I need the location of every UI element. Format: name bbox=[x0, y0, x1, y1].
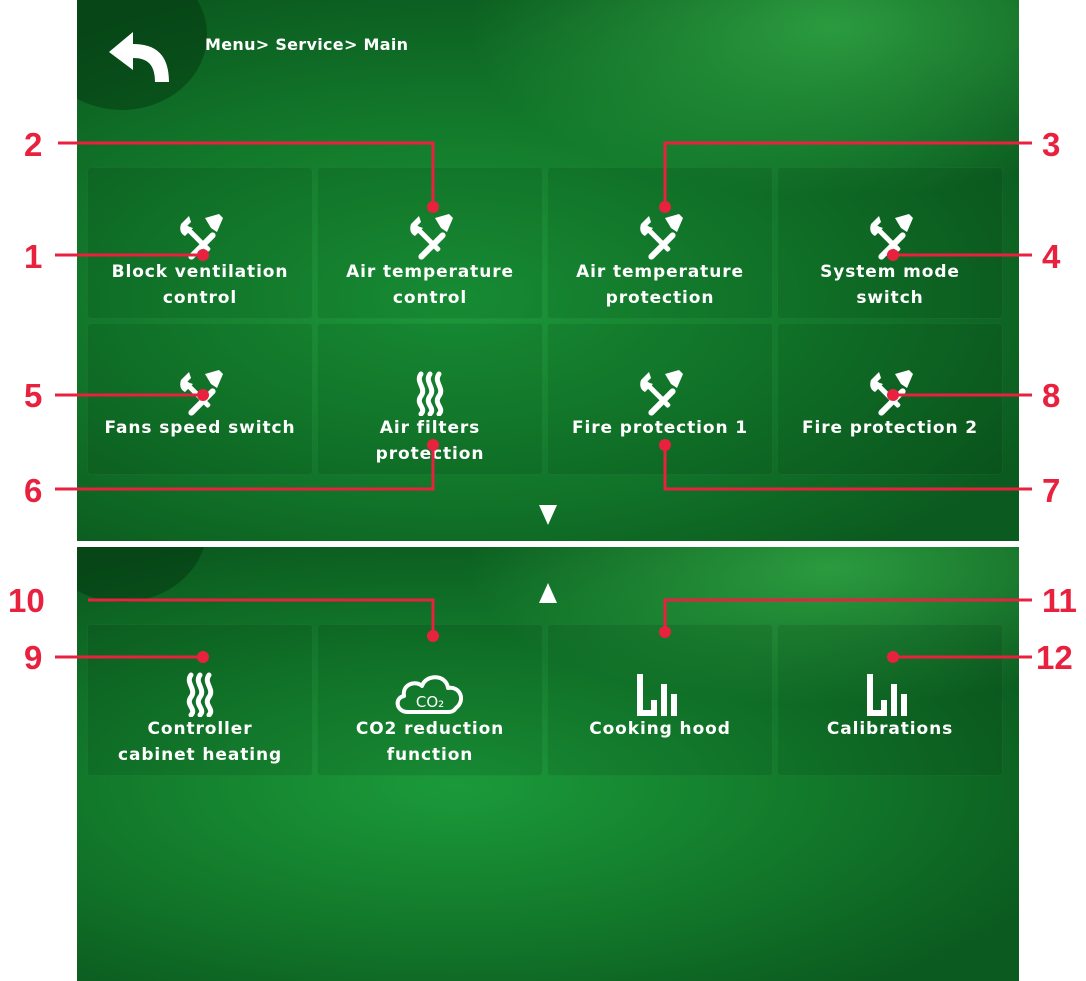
wrench-screwdriver-icon bbox=[87, 213, 313, 261]
tile-air-filters-protection[interactable]: Air filters protection bbox=[317, 323, 543, 475]
callout-number: 1 bbox=[24, 238, 43, 275]
wrench-screwdriver-icon bbox=[777, 369, 1003, 417]
tile-label: Fire protection 1 bbox=[571, 418, 749, 438]
tile-co2-reduction-function[interactable]: CO₂ CO2 reduction function bbox=[317, 624, 543, 776]
wrench-screwdriver-icon bbox=[777, 213, 1003, 261]
tile-controller-cabinet-heating[interactable]: Controller cabinet heating bbox=[87, 624, 313, 776]
callout-number: 7 bbox=[1042, 472, 1061, 509]
callout-number: 6 bbox=[24, 472, 43, 509]
tile-air-temperature-control[interactable]: Air temperature control bbox=[317, 167, 543, 319]
tile-label: Air filters protection bbox=[375, 418, 485, 464]
callout-number: 4 bbox=[1042, 238, 1061, 275]
callout-number: 9 bbox=[24, 639, 43, 676]
tile-label: Calibrations bbox=[826, 719, 954, 739]
tile-fans-speed-switch[interactable]: Fans speed switch bbox=[87, 323, 313, 475]
tile-label: Air temperature control bbox=[346, 262, 514, 308]
service-menu-page-2: Controller cabinet heating CO₂ CO2 reduc… bbox=[77, 547, 1019, 981]
heat-waves-icon bbox=[87, 670, 313, 718]
scroll-down-button[interactable] bbox=[539, 505, 557, 525]
scroll-up-button[interactable] bbox=[539, 583, 557, 603]
tile-label: Fans speed switch bbox=[104, 418, 296, 438]
callout-number: 8 bbox=[1042, 377, 1061, 414]
callout-number: 3 bbox=[1042, 126, 1061, 163]
tile-fire-protection-2[interactable]: Fire protection 2 bbox=[777, 323, 1003, 475]
breadcrumb: Menu> Service> Main bbox=[205, 35, 409, 54]
tile-label: CO2 reduction function bbox=[355, 719, 505, 765]
service-menu-page-1: Menu> Service> Main Block ventilation co… bbox=[77, 0, 1019, 541]
tile-air-temperature-protection[interactable]: Air temperature protection bbox=[547, 167, 773, 319]
wrench-screwdriver-icon bbox=[87, 369, 313, 417]
callout-number: 5 bbox=[24, 377, 43, 414]
tile-label: System mode switch bbox=[820, 262, 960, 308]
callout-number: 10 bbox=[8, 582, 45, 619]
co2-cloud-icon: CO₂ bbox=[317, 670, 543, 718]
tile-cooking-hood[interactable]: Cooking hood bbox=[547, 624, 773, 776]
wrench-screwdriver-icon bbox=[547, 369, 773, 417]
callout-number: 11 bbox=[1042, 582, 1077, 619]
bar-chart-icon bbox=[547, 670, 773, 718]
tile-label: Controller cabinet heating bbox=[117, 719, 283, 765]
tile-block-ventilation-control[interactable]: Block ventilation control bbox=[87, 167, 313, 319]
tile-label: Cooking hood bbox=[589, 719, 731, 739]
heat-waves-icon bbox=[317, 369, 543, 417]
tile-label: Air temperature protection bbox=[576, 262, 744, 308]
callout-number: 2 bbox=[24, 126, 43, 163]
bar-chart-icon bbox=[777, 670, 1003, 718]
back-button[interactable] bbox=[103, 26, 175, 88]
tile-label: Fire protection 2 bbox=[801, 418, 979, 438]
tile-fire-protection-1[interactable]: Fire protection 1 bbox=[547, 323, 773, 475]
tile-calibrations[interactable]: Calibrations bbox=[777, 624, 1003, 776]
callout-number: 12 bbox=[1036, 639, 1073, 676]
back-arrow-icon bbox=[109, 32, 169, 82]
wrench-screwdriver-icon bbox=[317, 213, 543, 261]
tile-system-mode-switch[interactable]: System mode switch bbox=[777, 167, 1003, 319]
tile-label: Block ventilation control bbox=[111, 262, 289, 308]
svg-text:CO₂: CO₂ bbox=[416, 693, 444, 711]
wrench-screwdriver-icon bbox=[547, 213, 773, 261]
